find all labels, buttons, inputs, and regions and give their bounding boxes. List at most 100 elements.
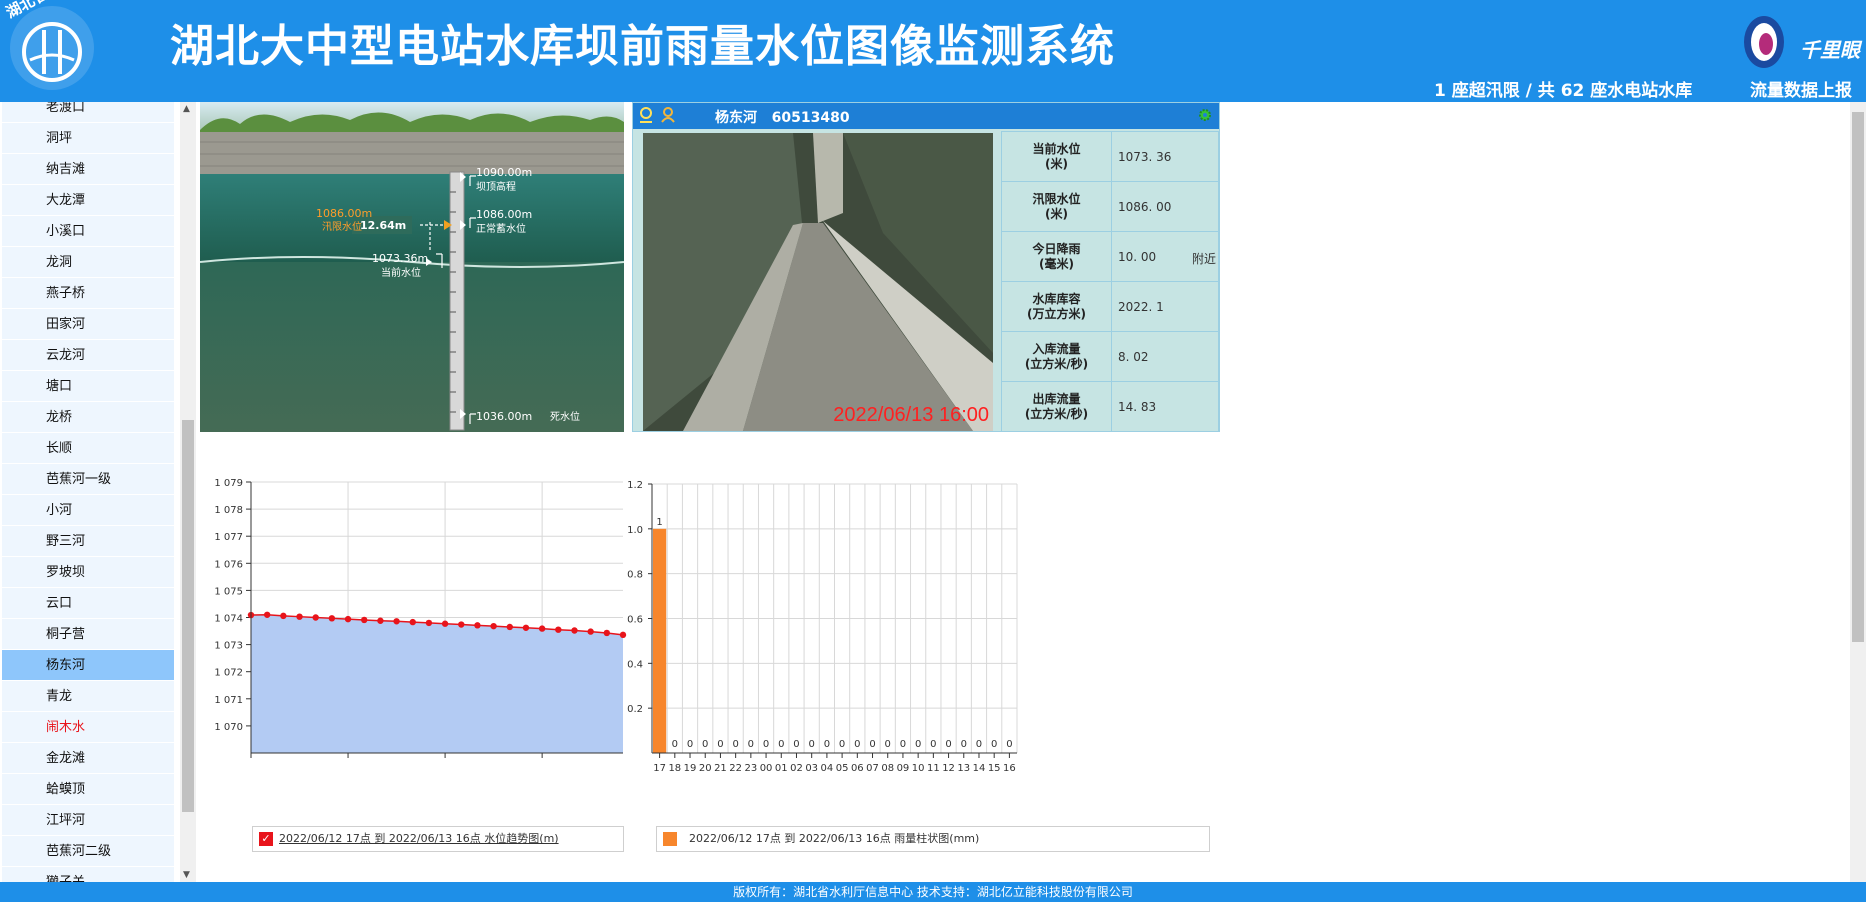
water-level-point[interactable] <box>506 623 513 631</box>
scroll-up-arrow-icon[interactable]: ▲ <box>183 104 190 114</box>
rain-bar-value-label: 0 <box>672 739 678 750</box>
rain-bar-value-label: 0 <box>869 739 875 750</box>
sidebar-item[interactable]: 桐子营 <box>2 619 174 650</box>
user-icon[interactable] <box>659 106 677 124</box>
sidebar-item[interactable]: 野三河 <box>2 526 174 557</box>
sidebar-item[interactable]: 龙桥 <box>2 402 174 433</box>
stats-value-text: 1086. 00 <box>1118 199 1172 214</box>
water-level-point[interactable] <box>344 615 352 623</box>
sidebar-item[interactable]: 小河 <box>2 495 174 526</box>
rain-bar-value-label: 0 <box>763 739 769 750</box>
x-tick-label: 06 <box>851 763 864 774</box>
water-level-point[interactable] <box>377 617 384 624</box>
water-level-point[interactable] <box>425 619 433 627</box>
stats-label: 今日降雨 (毫米) <box>1001 231 1112 282</box>
water-level-point[interactable] <box>441 620 449 627</box>
sidebar-item[interactable]: 洞坪 <box>2 123 174 154</box>
sidebar-item[interactable]: 罗坡坝 <box>2 557 174 588</box>
scroll-down-arrow-icon[interactable]: ▼ <box>183 870 190 880</box>
sidebar-item[interactable]: 蛤蟆顶 <box>2 774 174 805</box>
sidebar-item[interactable]: 杨东河 <box>2 650 174 681</box>
water-level-point[interactable] <box>296 613 303 620</box>
stats-label-unit: (立方米/秒) <box>1024 406 1089 421</box>
sidebar-item[interactable]: 闹木水 <box>2 712 174 743</box>
water-level-point[interactable] <box>312 614 319 621</box>
water-level-point[interactable] <box>555 626 562 633</box>
water-level-point[interactable] <box>393 618 400 625</box>
sidebar-item[interactable]: 江坪河 <box>2 805 174 836</box>
water-level-point[interactable] <box>571 627 578 634</box>
sidebar-scroll-thumb[interactable] <box>182 420 194 812</box>
sidebar-item[interactable]: 纳吉滩 <box>2 154 174 185</box>
water-level-point[interactable] <box>263 611 271 618</box>
sidebar-item[interactable]: 芭蕉河二级 <box>2 836 174 867</box>
camera-image[interactable]: 2022/06/13 16:00 <box>643 133 993 431</box>
y-tick-label: 1 071 <box>214 695 243 706</box>
water-level-point[interactable] <box>409 618 416 626</box>
x-tick-label: 11 <box>927 763 940 774</box>
x-tick-label: 10 <box>912 763 925 774</box>
stats-label: 入库流量 (立方米/秒) <box>1001 331 1112 382</box>
water-level-point[interactable] <box>587 628 594 635</box>
footer: 版权所有：湖北省水利厅信息中心 技术支持：湖北亿立能科技股份有限公司 <box>0 882 1866 902</box>
camera-panel: 杨东河 60513480 2022/06/13 16:00 当前水位 (米) 107… <box>632 102 1220 432</box>
sidebar-item[interactable]: 塘口 <box>2 371 174 402</box>
sidebar-item[interactable]: 云口 <box>2 588 174 619</box>
nearby-link[interactable]: 附近 <box>1192 250 1216 267</box>
water-level-point[interactable] <box>474 622 481 629</box>
water-level-chart: 1 079 1 078 1 077 1 076 1 075 1 074 1 073 1 072… <box>200 460 630 860</box>
water-level-point[interactable] <box>490 622 497 630</box>
sidebar-item[interactable]: 大龙潭 <box>2 185 174 216</box>
x-tick-label: 13 <box>957 763 970 774</box>
rain-bar-value-label: 0 <box>930 739 936 750</box>
stats-label-unit: (米) <box>1045 156 1068 171</box>
rain-bar-value-label: 0 <box>885 739 891 750</box>
water-level-point[interactable] <box>538 625 546 632</box>
stats-row: 入库流量 (立方米/秒) 8. 02 <box>1001 331 1219 382</box>
x-tick-label: 03 <box>805 763 818 774</box>
sidebar-item[interactable]: 青龙 <box>2 681 174 712</box>
stats-label-unit: (万立方米) <box>1027 306 1086 321</box>
y-tick-label: 0.6 <box>627 615 643 626</box>
sidebar-item[interactable]: 云龙河 <box>2 340 174 371</box>
sidebar-item[interactable]: 獭子关 <box>2 867 174 882</box>
water-level-point[interactable] <box>280 612 287 620</box>
stats-label-main: 水库库容 <box>1032 291 1081 306</box>
water-level-point[interactable] <box>603 629 611 637</box>
stats-value-text: 2022. 1 <box>1118 299 1164 314</box>
x-tick-label: 22 <box>729 763 742 774</box>
rain-bar-value-label: 0 <box>732 739 738 750</box>
sidebar-item[interactable]: 龙洞 <box>2 247 174 278</box>
gear-icon[interactable] <box>1197 107 1213 123</box>
water-level-point[interactable] <box>328 615 336 622</box>
right-logo-text: 千里眼 <box>1800 38 1860 62</box>
sidebar-item[interactable]: 长顺 <box>2 433 174 464</box>
x-tick-label: 07 <box>866 763 879 774</box>
station-sidebar: 老渡口 洞坪 纳吉滩 大龙潭 小溪口 龙洞 燕子桥 田家河 云龙河 塘口 龙桥 长顺 芭蕉河一级 小河 野三… <box>0 102 176 882</box>
sidebar-item[interactable]: 燕子桥 <box>2 278 174 309</box>
page-scroll-thumb[interactable] <box>1852 112 1864 642</box>
x-tick-label: 04 <box>821 763 834 774</box>
checkbox-checked-icon[interactable]: ✓ <box>259 832 273 846</box>
page-scrollbar[interactable] <box>1850 102 1866 882</box>
water-chart-legend[interactable]: ✓ 2022/06/12 17点 到 2022/06/13 16点 水位趋势图(m… <box>252 826 624 852</box>
rain-bar-value-label: 0 <box>1006 739 1012 750</box>
sidebar-item[interactable]: 老渡口 <box>2 102 174 123</box>
rain-chart-legend[interactable]: 2022/06/12 17点 到 2022/06/13 16点 雨量柱状图(mm… <box>656 826 1210 852</box>
water-level-point[interactable] <box>361 616 368 624</box>
location-pin-icon[interactable] <box>637 106 655 124</box>
sidebar-item[interactable]: 田家河 <box>2 309 174 340</box>
rain-bar-value-label: 0 <box>945 739 951 750</box>
flow-report-link[interactable]: 流量数据上报 <box>1750 76 1852 101</box>
sidebar-item[interactable]: 小溪口 <box>2 216 174 247</box>
rain-bar[interactable] <box>653 528 667 753</box>
stats-value-text: 8. 02 <box>1118 349 1149 364</box>
water-level-point[interactable] <box>458 621 465 628</box>
stats-row: 出库流量 (立方米/秒) 14. 83 <box>1001 381 1219 432</box>
rain-bar-value-label: 0 <box>748 739 754 750</box>
water-level-point[interactable] <box>522 624 530 631</box>
station-title: 杨东河 60513480 <box>715 107 850 127</box>
sidebar-scrollbar[interactable]: ▲ ▼ <box>180 102 196 882</box>
sidebar-item[interactable]: 芭蕉河一级 <box>2 464 174 495</box>
sidebar-item[interactable]: 金龙滩 <box>2 743 174 774</box>
